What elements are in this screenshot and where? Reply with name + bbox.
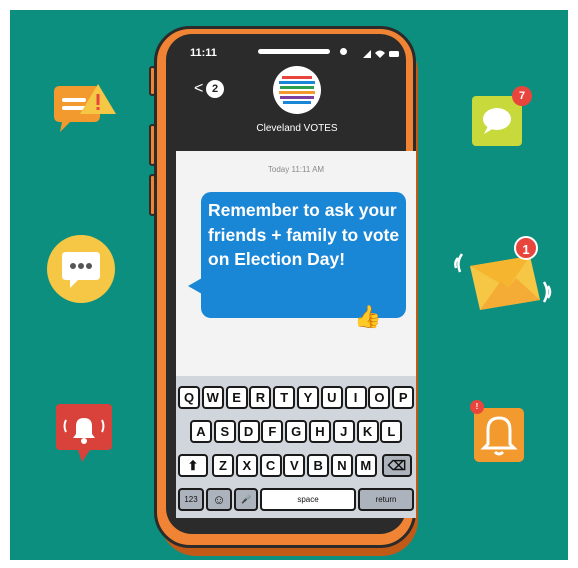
shift-key[interactable]: ⬆ [178, 454, 208, 477]
contact-avatar[interactable] [273, 66, 321, 114]
key-u[interactable]: U [320, 386, 343, 409]
key-v[interactable]: V [283, 454, 306, 477]
key-o[interactable]: O [368, 386, 391, 409]
bell-notification-icon: ! [470, 400, 530, 466]
key-f[interactable]: F [261, 420, 284, 443]
mail-notification-icon: 1 [452, 236, 556, 318]
key-d[interactable]: D [237, 420, 260, 443]
bell-badge: ! [470, 400, 484, 414]
key-l[interactable]: L [380, 420, 403, 443]
mic-key[interactable]: 🎤 [234, 488, 258, 511]
key-z[interactable]: Z [212, 454, 234, 477]
thumbs-up-icon: 👍 [354, 304, 382, 329]
speaker-notch [258, 49, 330, 54]
numbers-key[interactable]: 123 [178, 488, 204, 511]
volume-up-button [149, 66, 156, 96]
key-i[interactable]: I [344, 386, 367, 409]
key-h[interactable]: H [309, 420, 331, 443]
key-r[interactable]: R [249, 386, 272, 409]
key-k[interactable]: K [356, 420, 379, 443]
key-a[interactable]: A [190, 420, 212, 443]
status-time: 11:11 [190, 47, 217, 59]
key-y[interactable]: Y [297, 386, 319, 409]
key-w[interactable]: W [201, 386, 224, 409]
space-key[interactable]: space [260, 488, 356, 511]
back-chevron-icon[interactable]: < [194, 80, 203, 98]
volume-down-button [149, 124, 156, 166]
key-p[interactable]: P [392, 386, 415, 409]
camera-dot [340, 48, 347, 55]
signal-icon [363, 46, 399, 64]
message-notification-icon: 7 [470, 86, 536, 148]
bubble-tail [188, 278, 202, 294]
message-timestamp: Today 11:11 AM [267, 165, 325, 174]
chat-warning-icon [50, 82, 120, 142]
message-text: Remember to ask your friends + family to… [208, 200, 400, 269]
contact-name: Cleveland VOTES [256, 123, 338, 134]
key-n[interactable]: N [331, 454, 353, 477]
emoji-key[interactable]: ☺ [206, 488, 232, 511]
key-q[interactable]: Q [178, 386, 200, 409]
key-c[interactable]: C [259, 454, 282, 477]
key-m[interactable]: M [354, 454, 377, 477]
key-x[interactable]: X [235, 454, 258, 477]
unread-count-badge[interactable]: 2 [206, 80, 224, 98]
message-badge: 7 [512, 86, 532, 106]
delete-key[interactable]: ⌫ [382, 454, 412, 477]
alert-bell-chat-icon [52, 402, 116, 468]
typing-bubble-icon [44, 232, 118, 306]
key-b[interactable]: B [307, 454, 330, 477]
key-t[interactable]: T [273, 386, 296, 409]
return-key[interactable]: return [358, 488, 414, 511]
mail-badge: 1 [514, 236, 538, 260]
key-s[interactable]: S [213, 420, 236, 443]
key-j[interactable]: J [332, 420, 355, 443]
key-g[interactable]: G [285, 420, 308, 443]
silent-switch [149, 174, 156, 216]
key-e[interactable]: E [225, 386, 248, 409]
